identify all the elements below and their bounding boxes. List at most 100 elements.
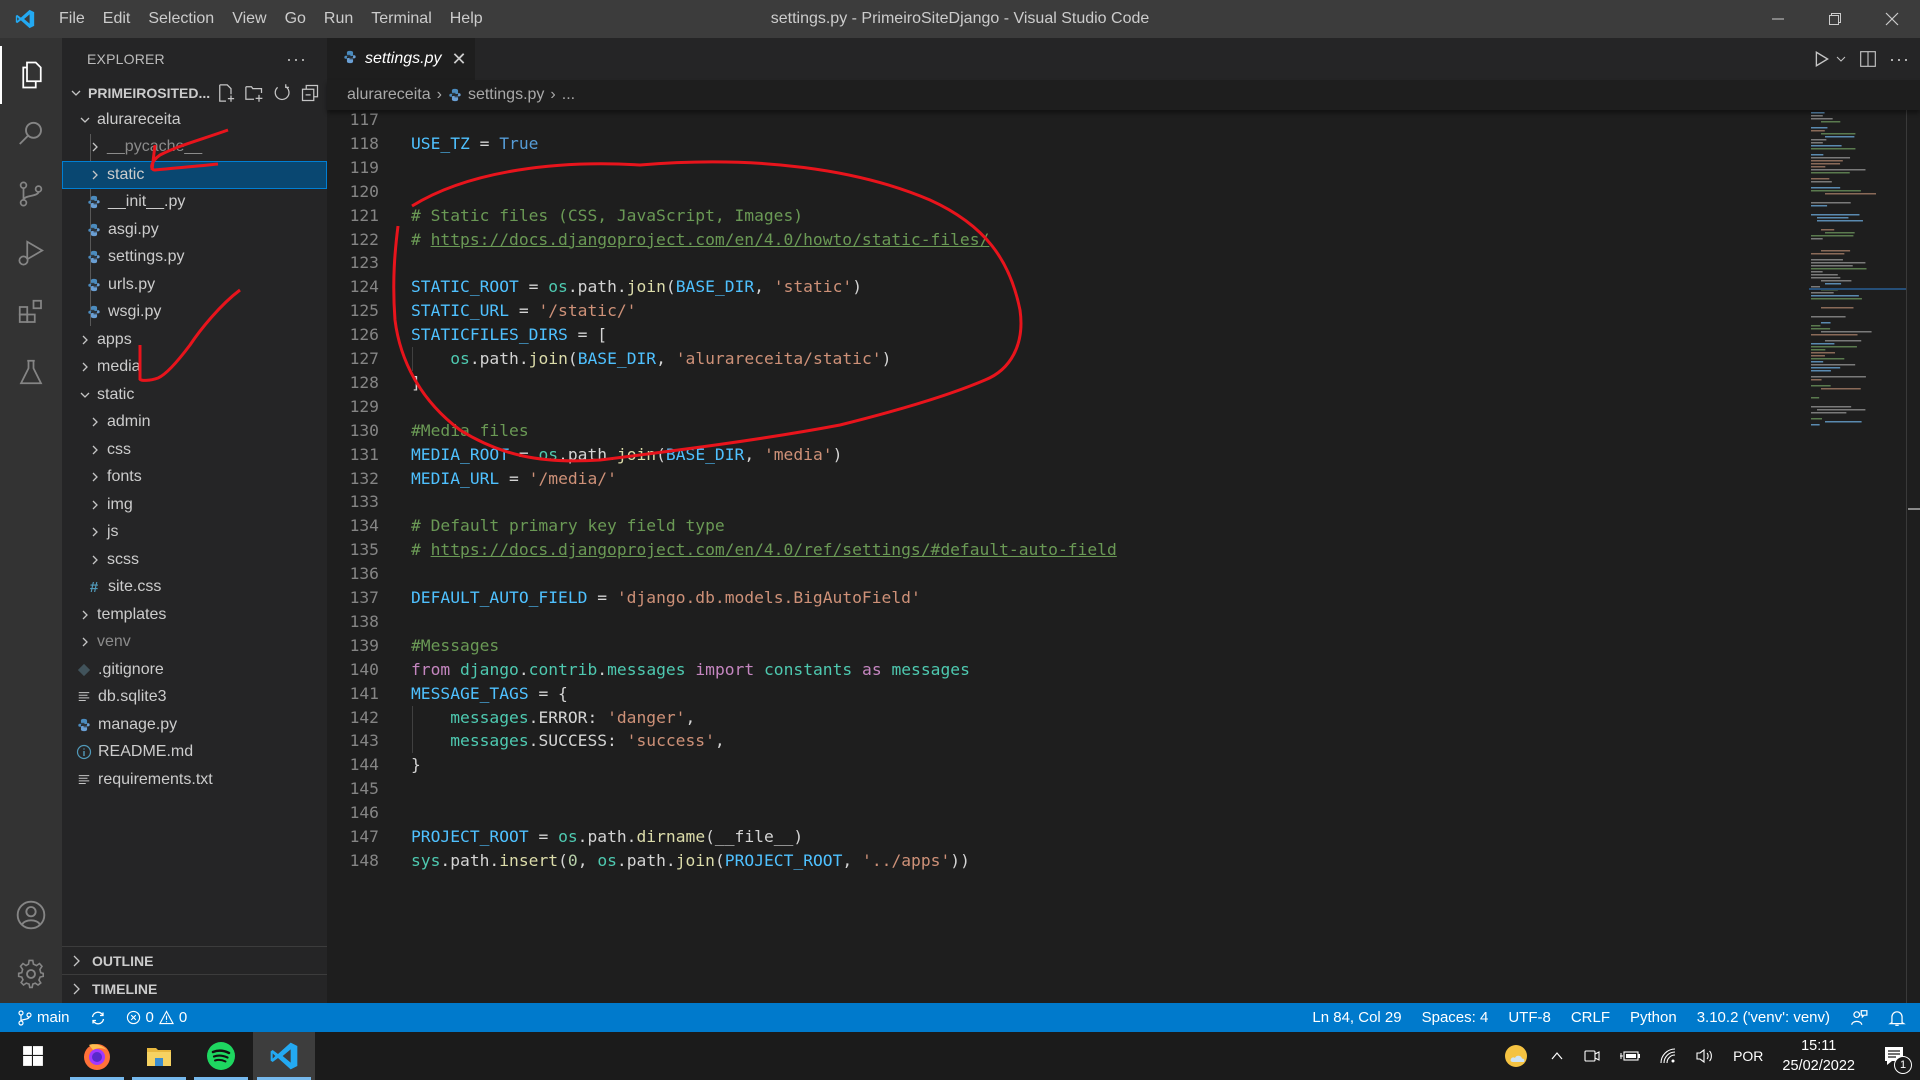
run-debug-activity-button[interactable]: [0, 224, 62, 282]
source-control-activity-button[interactable]: [0, 165, 62, 223]
battery-icon[interactable]: [1619, 1048, 1641, 1064]
refresh-icon[interactable]: [272, 83, 292, 103]
breadcrumb-file[interactable]: settings.py: [468, 86, 544, 104]
notification-center-button[interactable]: 1: [1882, 1044, 1912, 1074]
breadcrumb-folder[interactable]: alurareceita: [347, 86, 431, 104]
tree-file-readme-md[interactable]: README.md: [62, 739, 327, 767]
weather-icon[interactable]: [1503, 1042, 1531, 1070]
search-activity-button[interactable]: [0, 105, 62, 163]
cursor-position[interactable]: Ln 84, Col 29: [1312, 1009, 1401, 1026]
code-link[interactable]: https://docs.djangoproject.com/en/4.0/re…: [431, 540, 1117, 559]
run-debug-icon: [18, 240, 44, 266]
tree-folder-fonts[interactable]: fonts: [62, 464, 327, 492]
clock[interactable]: 15:11 25/02/2022: [1782, 1036, 1855, 1076]
tree-folder-css[interactable]: css: [62, 436, 327, 464]
code-token: .path.: [577, 827, 637, 846]
gear-icon: [17, 959, 45, 989]
menu-terminal[interactable]: Terminal: [362, 0, 440, 38]
restore-button[interactable]: [1806, 0, 1863, 38]
timeline-section[interactable]: TIMELINE: [62, 974, 327, 1002]
python-interpreter[interactable]: 3.10.2 ('venv': venv): [1697, 1009, 1830, 1026]
tree-folder-venv[interactable]: venv: [62, 629, 327, 657]
outline-section[interactable]: OUTLINE: [62, 946, 327, 974]
vertical-scrollbar[interactable]: [1906, 108, 1920, 1003]
code-text: #Messages: [411, 634, 499, 658]
wifi-icon[interactable]: [1659, 1047, 1677, 1065]
close-tab-icon[interactable]: ✕: [451, 49, 466, 70]
taskbar-file-explorer[interactable]: [128, 1032, 190, 1080]
tree-folder-apps[interactable]: apps: [62, 326, 327, 354]
menu-go[interactable]: Go: [276, 0, 315, 38]
end-of-line[interactable]: CRLF: [1571, 1009, 1610, 1026]
tree-file-wsgi-py[interactable]: wsgi.py: [62, 299, 327, 327]
tree-file-requirements-txt[interactable]: requirements.txt: [62, 766, 327, 794]
tree-folder-admin[interactable]: admin: [62, 409, 327, 437]
notifications-bell-icon[interactable]: [1888, 1009, 1906, 1027]
tree-file-db-sqlite3[interactable]: db.sqlite3: [62, 684, 327, 712]
chevron-right-icon: [87, 141, 103, 153]
run-python-file-icon[interactable]: [1813, 50, 1831, 68]
extensions-activity-button[interactable]: [0, 283, 62, 341]
volume-icon[interactable]: [1695, 1047, 1715, 1065]
minimap-line: [1811, 127, 1828, 129]
more-actions-icon[interactable]: ···: [1889, 49, 1910, 70]
feedback-icon[interactable]: [1850, 1009, 1868, 1027]
tree-file-site-css[interactable]: # site.css: [62, 574, 327, 602]
problems-status[interactable]: 0 0: [126, 1009, 187, 1026]
testing-activity-button[interactable]: [0, 343, 62, 401]
minimize-button[interactable]: [1749, 0, 1806, 38]
explorer-more-actions-icon[interactable]: ···: [286, 49, 307, 70]
code-link[interactable]: https://docs.djangoproject.com/en/4.0/ho…: [431, 230, 990, 249]
minimap-line: [1821, 322, 1831, 324]
accounts-activity-button[interactable]: [0, 886, 62, 944]
tree-folder-js[interactable]: js: [62, 519, 327, 547]
chevron-down-icon[interactable]: [1835, 53, 1847, 65]
tree-folder-static[interactable]: static: [62, 161, 327, 189]
minimap-line: [1811, 370, 1831, 372]
collapse-all-icon[interactable]: [300, 83, 320, 103]
start-button[interactable]: [2, 1032, 64, 1080]
tree-folder-alurareceita[interactable]: alurareceita: [62, 106, 327, 134]
close-window-button[interactable]: [1863, 0, 1920, 38]
git-branch-status[interactable]: main: [18, 1009, 70, 1026]
tab-settings-py[interactable]: settings.py ✕: [327, 38, 475, 80]
indentation[interactable]: Spaces: 4: [1422, 1009, 1489, 1026]
encoding[interactable]: UTF-8: [1508, 1009, 1551, 1026]
camera-icon[interactable]: [1583, 1047, 1601, 1065]
explorer-activity-button[interactable]: [0, 46, 62, 104]
tree-file-urls-py[interactable]: urls.py: [62, 271, 327, 299]
sync-status[interactable]: [90, 1010, 106, 1026]
tree-file-init-py[interactable]: __init__.py: [62, 189, 327, 217]
taskbar-firefox[interactable]: [66, 1032, 128, 1080]
menu-file[interactable]: File: [50, 0, 94, 38]
menu-help[interactable]: Help: [441, 0, 492, 38]
minimap[interactable]: [1787, 108, 1907, 438]
tree-file-manage-py[interactable]: manage.py: [62, 711, 327, 739]
minimap-line: [1811, 190, 1861, 192]
taskbar-vscode[interactable]: [253, 1032, 315, 1080]
manage-activity-button[interactable]: [0, 945, 62, 1003]
tree-folder-media[interactable]: media: [62, 354, 327, 382]
new-file-icon[interactable]: [216, 83, 236, 103]
split-editor-icon[interactable]: [1859, 50, 1877, 68]
menu-edit[interactable]: Edit: [94, 0, 140, 38]
tree-folder-scss[interactable]: scss: [62, 546, 327, 574]
language-mode[interactable]: Python: [1630, 1009, 1677, 1026]
project-root[interactable]: PRIMEIROSITED...: [62, 80, 327, 106]
tree-folder-static[interactable]: static: [62, 381, 327, 409]
tree-folder-img[interactable]: img: [62, 491, 327, 519]
menu-selection[interactable]: Selection: [139, 0, 223, 38]
tree-folder-pycache[interactable]: __pycache__: [62, 134, 327, 162]
show-hidden-icons-icon[interactable]: [1549, 1048, 1565, 1064]
input-language[interactable]: POR: [1733, 1048, 1763, 1064]
tree-folder-templates[interactable]: templates: [62, 601, 327, 629]
taskbar-spotify[interactable]: [190, 1032, 252, 1080]
menu-run[interactable]: Run: [315, 0, 362, 38]
code-editor[interactable]: 117 118 USE_TZ = True 119 120 121 # Static fil…: [327, 108, 1777, 1003]
tree-file-gitignore[interactable]: .gitignore: [62, 656, 327, 684]
tree-file-settings-py[interactable]: settings.py: [62, 244, 327, 272]
breadcrumb-symbols[interactable]: ...: [562, 86, 575, 104]
menu-view[interactable]: View: [223, 0, 275, 38]
tree-file-asgi-py[interactable]: asgi.py: [62, 216, 327, 244]
new-folder-icon[interactable]: [244, 83, 264, 103]
